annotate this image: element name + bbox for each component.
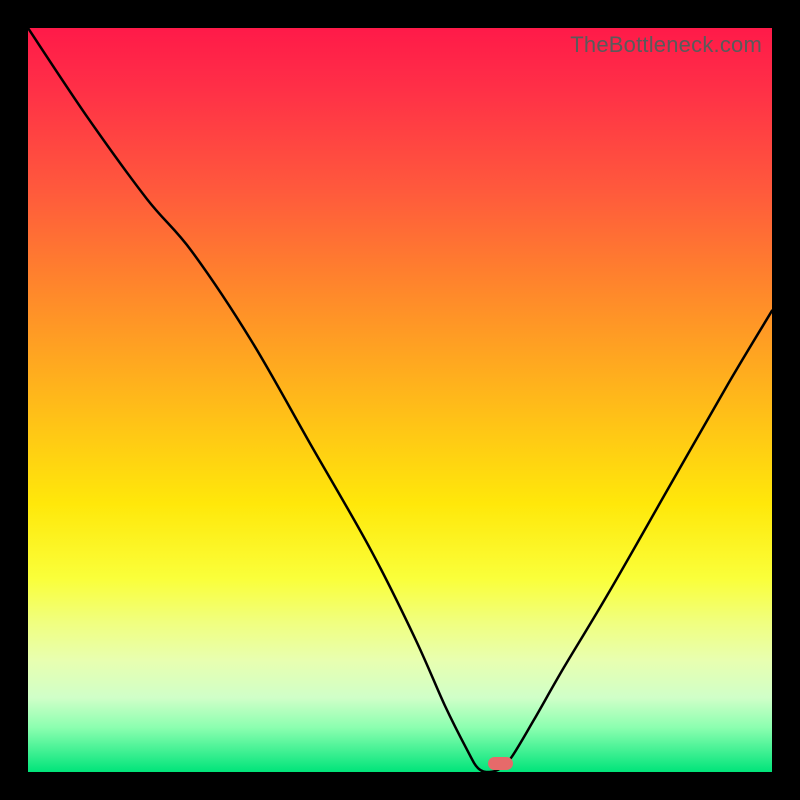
attribution-watermark: TheBottleneck.com (570, 32, 762, 58)
bottleneck-curve (28, 28, 772, 772)
plot-area: TheBottleneck.com (28, 28, 772, 772)
curve-path (28, 28, 772, 772)
optimum-marker (488, 757, 513, 770)
chart-frame: TheBottleneck.com (0, 0, 800, 800)
